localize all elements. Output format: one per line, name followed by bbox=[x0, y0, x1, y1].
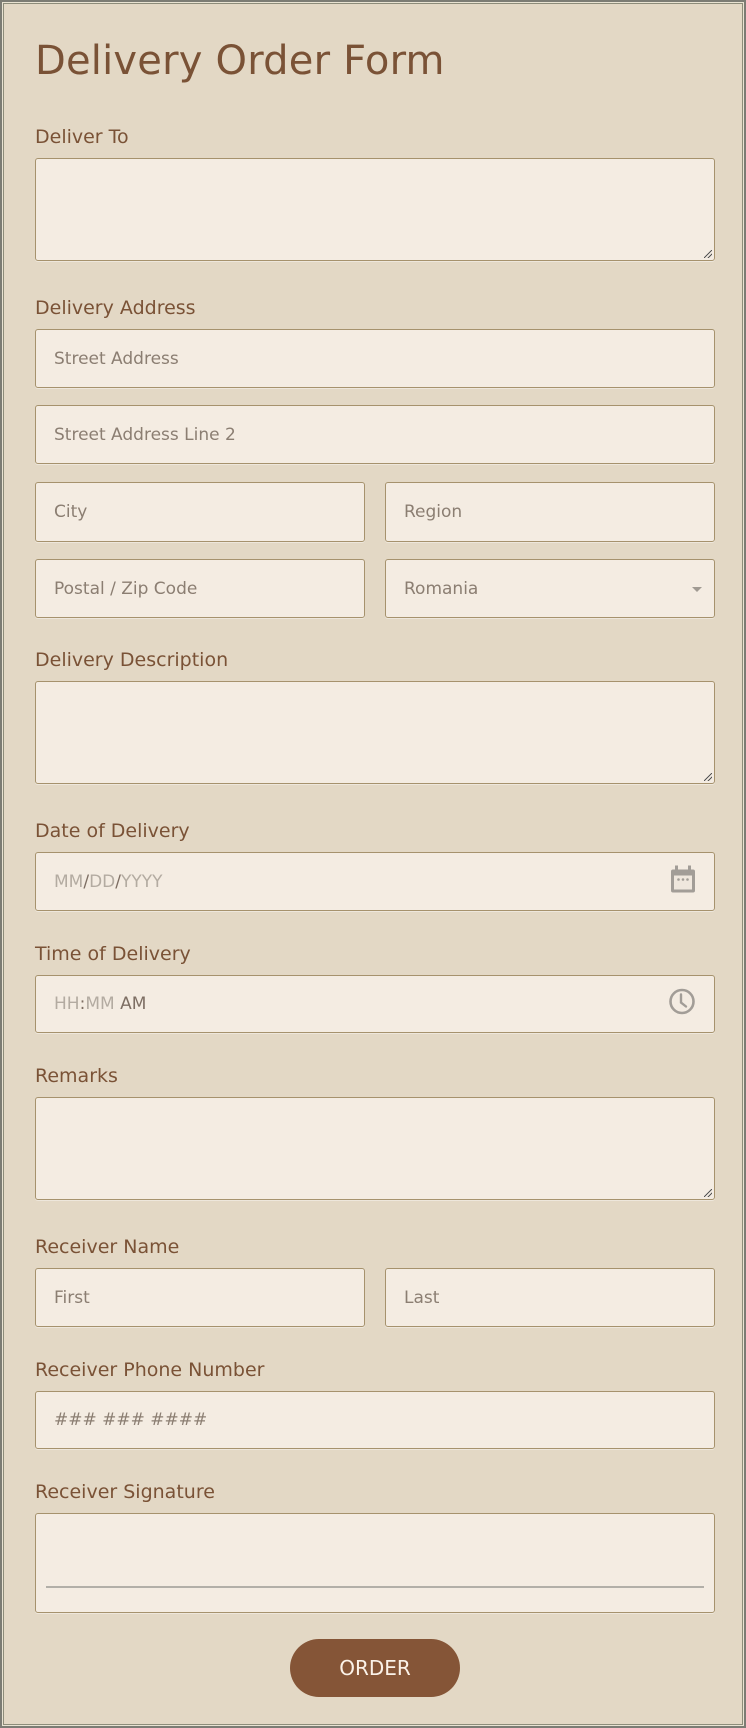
receiver-name-label: Receiver Name bbox=[35, 1236, 180, 1258]
country-selected-value: Romania bbox=[404, 578, 479, 599]
receiver-signature-label: Receiver Signature bbox=[35, 1481, 215, 1503]
time-minutes: MM bbox=[85, 994, 115, 1014]
delivery-description-textarea[interactable] bbox=[35, 681, 715, 784]
city-placeholder: City bbox=[54, 502, 88, 522]
chevron-down-icon bbox=[692, 586, 702, 592]
calendar-icon[interactable] bbox=[670, 865, 696, 898]
resize-handle-icon[interactable] bbox=[704, 773, 712, 781]
signature-line bbox=[46, 1586, 704, 1588]
deliver-to-label: Deliver To bbox=[35, 126, 129, 148]
receiver-last-name-input[interactable]: Last bbox=[385, 1268, 715, 1327]
receiver-phone-label: Receiver Phone Number bbox=[35, 1359, 265, 1381]
resize-handle-icon[interactable] bbox=[704, 1189, 712, 1197]
delivery-description-label: Delivery Description bbox=[35, 649, 229, 671]
signature-pad[interactable] bbox=[35, 1513, 715, 1613]
street-address-line2-input[interactable]: Street Address Line 2 bbox=[35, 405, 715, 464]
postal-code-placeholder: Postal / Zip Code bbox=[54, 578, 198, 599]
order-button[interactable]: ORDER bbox=[290, 1639, 460, 1697]
street-address-input[interactable]: Street Address bbox=[35, 329, 715, 388]
form-page: Delivery Order Form Deliver To Delivery … bbox=[0, 0, 746, 1728]
receiver-phone-input[interactable]: ### ### #### bbox=[35, 1391, 715, 1449]
phone-placeholder: ### ### #### bbox=[54, 1410, 208, 1430]
time-input[interactable]: HH:MM AM bbox=[35, 975, 715, 1033]
clock-icon[interactable] bbox=[668, 988, 696, 1021]
time-hours: HH bbox=[54, 994, 80, 1014]
postal-code-input[interactable]: Postal / Zip Code bbox=[35, 559, 365, 618]
country-select[interactable]: Romania bbox=[385, 559, 715, 618]
time-of-delivery-label: Time of Delivery bbox=[35, 943, 191, 965]
date-placeholder: MM/DD/YYYY bbox=[54, 872, 163, 892]
region-placeholder: Region bbox=[404, 502, 463, 522]
city-input[interactable]: City bbox=[35, 482, 365, 542]
date-day: DD bbox=[89, 871, 116, 892]
remarks-textarea[interactable] bbox=[35, 1097, 715, 1200]
resize-handle-icon[interactable] bbox=[704, 250, 712, 258]
deliver-to-textarea[interactable] bbox=[35, 158, 715, 261]
receiver-first-name-input[interactable]: First bbox=[35, 1268, 365, 1327]
region-input[interactable]: Region bbox=[385, 482, 715, 542]
remarks-label: Remarks bbox=[35, 1065, 118, 1087]
time-ampm[interactable]: AM bbox=[120, 994, 146, 1014]
page-title: Delivery Order Form bbox=[35, 38, 445, 84]
street-address-line2-placeholder: Street Address Line 2 bbox=[54, 424, 236, 445]
date-month: MM bbox=[54, 871, 84, 892]
date-input[interactable]: MM/DD/YYYY bbox=[35, 852, 715, 911]
street-address-placeholder: Street Address bbox=[54, 348, 179, 369]
first-name-placeholder: First bbox=[54, 1287, 90, 1308]
last-name-placeholder: Last bbox=[404, 1287, 440, 1308]
delivery-address-label: Delivery Address bbox=[35, 297, 196, 319]
time-placeholder: HH:MM AM bbox=[54, 994, 146, 1014]
date-year: YYYY bbox=[121, 871, 163, 892]
date-of-delivery-label: Date of Delivery bbox=[35, 820, 190, 842]
